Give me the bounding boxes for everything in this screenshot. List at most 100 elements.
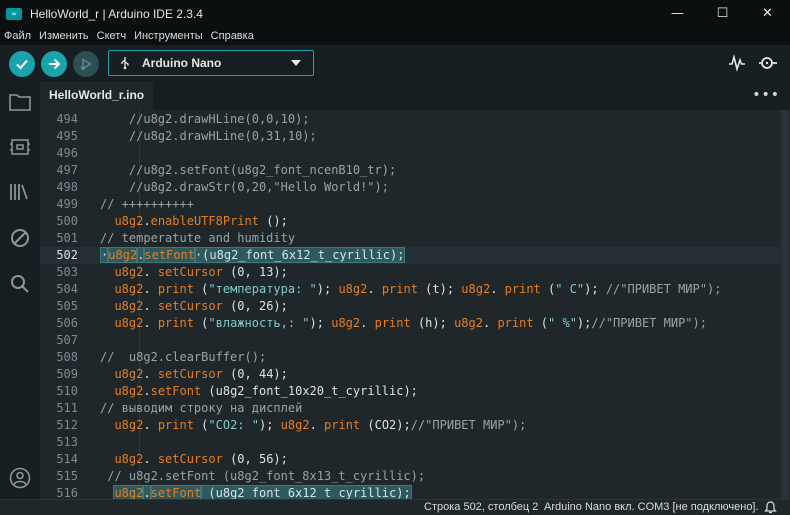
code-line[interactable]: 514 u8g2. setCursor (0, 56);: [40, 451, 780, 468]
debug-view-button[interactable]: [8, 226, 32, 250]
serial-plotter-button[interactable]: [725, 51, 749, 75]
code-line[interactable]: 501 // temperatute and humidity: [40, 230, 780, 247]
close-button[interactable]: ✕: [745, 0, 790, 27]
board-selector[interactable]: Arduino Nano: [108, 50, 314, 76]
more-icon[interactable]: •••: [752, 87, 780, 103]
code-token: (0, 26);: [222, 299, 288, 313]
code-line[interactable]: 503 u8g2. setCursor (0, 13);: [40, 264, 780, 281]
code-line[interactable]: 516 u8g2.setFont (u8g2_font_6x12_t_cyril…: [40, 485, 780, 499]
debug-button[interactable]: [73, 50, 99, 77]
board-name: Arduino Nano: [142, 56, 222, 70]
code-line[interactable]: 505 u8g2. setCursor (0, 26);: [40, 298, 780, 315]
maximize-button[interactable]: ☐: [700, 0, 745, 27]
menu-edit[interactable]: Изменить: [39, 30, 89, 42]
code-text: //u8g2.drawHLine(0,31,10);: [100, 128, 317, 145]
code-line[interactable]: 500 u8g2.enableUTF8Print ();: [40, 213, 780, 230]
code-text: u8g2.setFont (u8g2_font_6x12_t_cyrillic)…: [100, 485, 412, 499]
code-line[interactable]: 510 u8g2.setFont (u8g2_font_10x20_t_cyri…: [40, 383, 780, 400]
line-number: 496: [56, 146, 78, 160]
code-text: //u8g2.setFont(u8g2_font_ncenB10_tr);: [100, 162, 396, 179]
code-token: setFont: [149, 485, 203, 499]
code-line[interactable]: 509 u8g2. setCursor (0, 44);: [40, 366, 780, 383]
cursor-position[interactable]: Строка 502, столбец 2: [424, 501, 538, 513]
code-line[interactable]: 499 // ++++++++++: [40, 196, 780, 213]
line-number: 497: [56, 163, 78, 177]
usb-icon: [121, 57, 129, 70]
code-token: print: [324, 418, 361, 432]
code-line[interactable]: 508 // u8g2.clearBuffer();: [40, 349, 780, 366]
code-token: (: [533, 316, 549, 330]
menu-tools[interactable]: Инструменты: [134, 30, 203, 42]
code-line[interactable]: 513: [40, 434, 780, 451]
code-line[interactable]: 498 //u8g2.drawStr(0,20,"Hello World!");: [40, 179, 780, 196]
activity-bar: [0, 82, 40, 515]
library-icon: [10, 184, 28, 200]
vertical-scrollbar[interactable]: [780, 110, 790, 499]
boards-manager-button[interactable]: [8, 135, 32, 159]
code-token: // ++++++++++: [100, 197, 194, 211]
code-line[interactable]: 504 u8g2. print ("температура: "); u8g2.…: [40, 281, 780, 298]
debug-play-icon: [81, 57, 92, 70]
code-line[interactable]: 507: [40, 332, 780, 349]
code-line[interactable]: 512 u8g2. print ("CO2: "); u8g2. print (…: [40, 417, 780, 434]
tab-helloworld[interactable]: HelloWorld_r.ino: [40, 82, 154, 110]
account-button[interactable]: [8, 466, 32, 490]
code-token: // temperatute and humidity: [100, 231, 296, 245]
code-token: //"ПРИВЕТ МИР");: [605, 282, 722, 296]
line-number: 504: [56, 282, 78, 296]
code-token: //u8g2.drawStr(0,20,"Hello World!");: [100, 180, 389, 194]
code-token: print: [497, 316, 534, 330]
code-token: // выводим строку на дисплей: [100, 401, 303, 415]
code-token: " C": [555, 282, 585, 296]
code-token: " %": [548, 316, 577, 330]
code-editor[interactable]: 494 //u8g2.drawHLine(0,0,10); 495 //u8g2.…: [40, 110, 790, 499]
search-button[interactable]: [8, 272, 32, 296]
line-number: 509: [56, 367, 78, 381]
line-number: 495: [56, 129, 78, 143]
menu-sketch[interactable]: Скетч: [97, 30, 126, 42]
status-bar: Строка 502, столбец 2 Arduino Nano вкл. …: [0, 499, 790, 515]
code-token: .: [490, 282, 505, 296]
code-token: );: [309, 316, 332, 330]
code-token: (: [193, 282, 209, 296]
code-text: u8g2. setCursor (0, 44);: [100, 366, 287, 383]
upload-button[interactable]: [41, 50, 67, 77]
menu-help[interactable]: Справка: [211, 30, 254, 42]
tab-bar: HelloWorld_r.ino •••: [40, 82, 790, 110]
code-token: u8g2: [114, 265, 144, 279]
sketchbook-button[interactable]: [8, 90, 32, 114]
folder-icon: [9, 94, 31, 111]
code-line[interactable]: 495 //u8g2.drawHLine(0,31,10);: [40, 128, 780, 145]
code-line[interactable]: 497 //u8g2.setFont(u8g2_font_ncenB10_tr)…: [40, 162, 780, 179]
code-token: .: [142, 485, 152, 499]
code-line[interactable]: 506 u8g2. print ("влажность,: "); u8g2. …: [40, 315, 780, 332]
code-token: print: [157, 316, 194, 330]
menu-bar: Файл Изменить Скетч Инструменты Справка: [0, 27, 790, 45]
minimize-button[interactable]: —: [655, 0, 700, 27]
code-line[interactable]: 515 // u8g2.setFont (u8g2_font_8x13_t_cy…: [40, 468, 780, 485]
board-status[interactable]: Arduino Nano вкл. COM3 [не подключено].: [544, 501, 759, 513]
code-line[interactable]: 511 // выводим строку на дисплей: [40, 400, 780, 417]
serial-monitor-button[interactable]: [756, 51, 780, 75]
code-line[interactable]: 496: [40, 145, 780, 162]
scrollbar-thumb[interactable]: [781, 110, 789, 499]
code-token: .: [482, 316, 498, 330]
line-number: 514: [56, 452, 78, 466]
code-text: u8g2. setCursor (0, 13);: [100, 264, 287, 281]
bell-icon[interactable]: [764, 501, 777, 514]
no-entry-icon: [11, 229, 29, 247]
line-number: 506: [56, 316, 78, 330]
menu-file[interactable]: Файл: [4, 30, 31, 42]
code-token: u8g2: [114, 452, 144, 466]
library-manager-button[interactable]: [8, 180, 32, 204]
verify-button[interactable]: [9, 50, 35, 77]
code-token: u8g2: [113, 485, 145, 499]
title-bar: ∞ HelloWorld_r | Arduino IDE 2.3.4 — ☐ ✕: [0, 0, 790, 27]
line-number: 494: [56, 112, 78, 126]
code-line[interactable]: 502 ·u8g2.setFont·(u8g2_font_6x12_t_cyril…: [40, 247, 780, 264]
code-line[interactable]: 494 //u8g2.drawHLine(0,0,10);: [40, 111, 780, 128]
